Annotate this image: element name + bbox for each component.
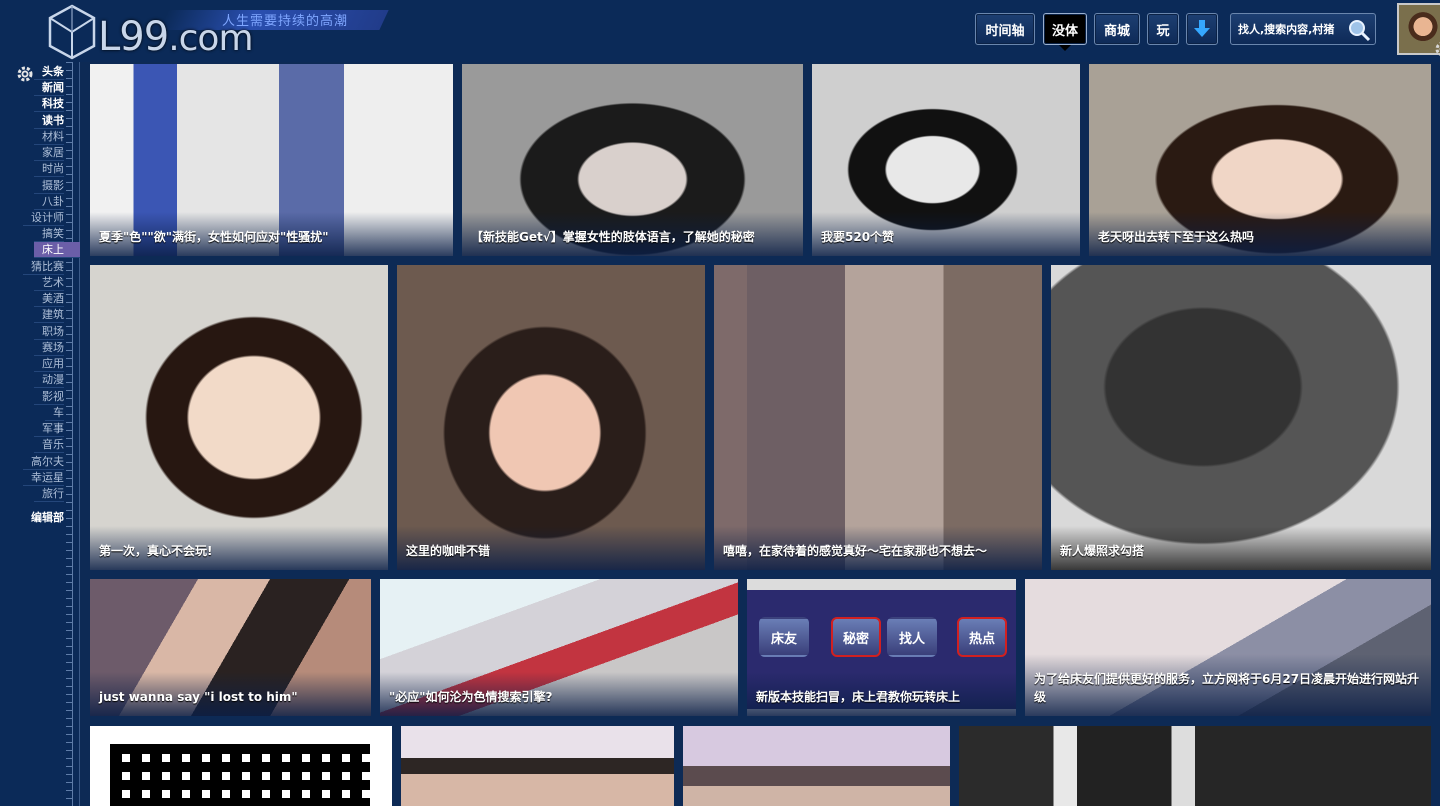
- post-caption: "必应"如何沦为色情搜索引擎?: [380, 672, 738, 716]
- post-caption: 我要520个赞: [812, 212, 1080, 256]
- app-button-hot: 热点: [957, 617, 1007, 657]
- post-caption: 第一次，真心不会玩!: [90, 526, 388, 570]
- post-tile[interactable]: [959, 726, 1431, 806]
- post-tile[interactable]: 老天呀出去转下至于这么热吗: [1089, 64, 1431, 256]
- post-tile[interactable]: 我要520个赞: [812, 64, 1080, 256]
- qr-code-image: [110, 744, 370, 806]
- post-caption: 【新技能Get√】掌握女性的肢体语言，了解她的秘密: [462, 212, 803, 256]
- post-caption: 这里的咖啡不错: [397, 526, 705, 570]
- post-tile[interactable]: 床友 秘密 找人 热点 新版本技能扫冒，床上君教你玩转床上: [747, 579, 1016, 716]
- post-tile[interactable]: 夏季"色""欲"满街，女性如何应对"性骚扰": [90, 64, 453, 256]
- post-tile[interactable]: 嘻嘻，在家待着的感觉真好～宅在家那也不想去～: [714, 265, 1042, 570]
- post-caption: 老天呀出去转下至于这么热吗: [1089, 212, 1431, 256]
- app-button-secret: 秘密: [831, 617, 881, 657]
- post-tile[interactable]: 这里的咖啡不错: [397, 265, 705, 570]
- content-grid: 夏季"色""欲"满街，女性如何应对"性骚扰" 【新技能Get√】掌握女性的肢体语…: [0, 0, 1440, 806]
- post-caption: 嘻嘻，在家待着的感觉真好～宅在家那也不想去～: [714, 526, 1042, 570]
- post-tile[interactable]: just wanna say "i lost to him": [90, 579, 371, 716]
- post-caption: just wanna say "i lost to him": [90, 672, 371, 716]
- post-tile[interactable]: 【新技能Get√】掌握女性的肢体语言，了解她的秘密: [462, 64, 803, 256]
- post-tile[interactable]: 新人爆照求勾搭: [1051, 265, 1431, 570]
- app-button-find-people: 找人: [887, 617, 937, 657]
- post-caption: 新人爆照求勾搭: [1051, 526, 1431, 570]
- post-caption: 夏季"色""欲"满街，女性如何应对"性骚扰": [90, 212, 453, 256]
- post-caption: 新版本技能扫冒，床上君教你玩转床上: [747, 672, 1016, 716]
- post-tile[interactable]: 为了给床友们提供更好的服务，立方网将于6月27日凌晨开始进行网站升级: [1025, 579, 1431, 716]
- app-button-bedfriend: 床友: [759, 617, 809, 657]
- post-tile[interactable]: [401, 726, 674, 806]
- post-tile[interactable]: [90, 726, 392, 806]
- post-tile[interactable]: 第一次，真心不会玩!: [90, 265, 388, 570]
- post-caption: 为了给床友们提供更好的服务，立方网将于6月27日凌晨开始进行网站升级: [1025, 654, 1431, 716]
- post-tile[interactable]: [683, 726, 950, 806]
- post-tile[interactable]: "必应"如何沦为色情搜索引擎?: [380, 579, 738, 716]
